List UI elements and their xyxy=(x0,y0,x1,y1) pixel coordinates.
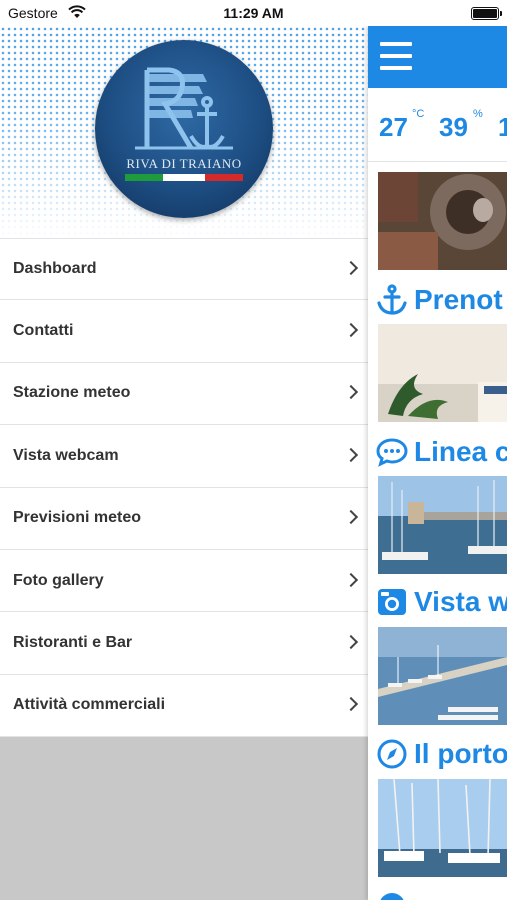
humidity-value: 39 xyxy=(439,112,468,142)
menu-item-ristoranti-bar[interactable]: Ristoranti e Bar xyxy=(0,612,368,675)
section-title: Prenot xyxy=(414,284,503,315)
navigation-menu: Dashboard Contatti Stazione meteo Vista … xyxy=(0,238,368,738)
menu-item-stazione-meteo[interactable]: Stazione meteo xyxy=(0,362,368,426)
humidity-unit: % xyxy=(473,108,483,120)
menu-item-label: Stazione meteo xyxy=(13,384,131,402)
weather-summary: 27 °C 39 % 1 xyxy=(368,88,507,162)
section-heading-linea[interactable]: Linea c xyxy=(376,432,507,472)
chevron-right-icon xyxy=(343,572,359,587)
weather-third-value: 1 xyxy=(498,112,507,142)
anchor-icon xyxy=(377,284,407,315)
chevron-right-icon xyxy=(343,634,359,650)
sailboat-anchor-logo-icon xyxy=(125,67,243,181)
section-heading-partial xyxy=(376,886,507,900)
menu-item-label: Attività commerciali xyxy=(13,696,166,714)
section-title: Il porto xyxy=(414,738,507,769)
logo-wordmark: RIVA DI TRAIANO xyxy=(126,156,242,171)
menu-item-attivita-commerciali[interactable]: Attività commerciali xyxy=(0,674,368,738)
status-bar: Gestore 11:29 AM xyxy=(0,0,507,26)
app-logo: RIVA DI TRAIANO xyxy=(95,40,273,218)
drawer-header: RIVA DI TRAIANO xyxy=(0,26,368,238)
chevron-right-icon xyxy=(343,261,359,276)
menu-item-label: Vista webcam xyxy=(13,446,119,464)
info-icon xyxy=(380,893,404,900)
battery-icon xyxy=(471,7,502,20)
menu-item-label: Previsioni meteo xyxy=(13,509,142,527)
card-image-sailboats[interactable] xyxy=(378,779,507,877)
menu-item-vista-webcam[interactable]: Vista webcam xyxy=(0,425,368,488)
clock-time: 11:29 AM xyxy=(223,5,284,21)
temperature-value: 27 xyxy=(379,112,408,142)
menu-item-label: Dashboard xyxy=(13,260,97,278)
section-title: Vista w xyxy=(414,586,507,617)
chevron-right-icon xyxy=(343,510,359,525)
compass-icon xyxy=(377,739,407,769)
card-image-boat-rope[interactable] xyxy=(378,172,507,270)
menu-item-previsioni-meteo[interactable]: Previsioni meteo xyxy=(0,487,368,550)
menu-item-label: Foto gallery xyxy=(13,571,104,589)
card-image-building[interactable] xyxy=(378,324,507,422)
menu-item-label: Ristoranti e Bar xyxy=(13,634,133,652)
side-drawer: RIVA DI TRAIANO Dashboard Contatti Stazi… xyxy=(0,26,368,900)
main-content: 27 °C 39 % 1 Prenot Linea c Vista w Il p… xyxy=(368,26,507,900)
section-heading-vista-webcam[interactable]: Vista w xyxy=(376,582,507,622)
section-title: Linea c xyxy=(414,436,507,467)
menu-item-foto-gallery[interactable]: Foto gallery xyxy=(0,549,368,613)
menu-item-label: Contatti xyxy=(13,322,74,340)
hamburger-menu-icon[interactable] xyxy=(380,42,412,70)
section-heading-prenotazioni[interactable]: Prenot xyxy=(376,280,507,320)
chevron-right-icon xyxy=(343,385,359,400)
temperature-unit: °C xyxy=(412,108,425,120)
chevron-right-icon xyxy=(343,447,359,462)
top-app-bar xyxy=(368,26,507,88)
menu-item-contatti[interactable]: Contatti xyxy=(0,300,368,363)
menu-item-dashboard[interactable]: Dashboard xyxy=(0,238,368,301)
chevron-right-icon xyxy=(343,323,359,338)
card-image-harbor[interactable] xyxy=(378,476,507,574)
card-image-marina-aerial[interactable] xyxy=(378,627,507,725)
camera-icon xyxy=(378,589,406,615)
chevron-right-icon xyxy=(343,697,359,712)
chat-bubble-icon xyxy=(376,438,408,467)
section-heading-il-porto[interactable]: Il porto xyxy=(376,734,507,774)
